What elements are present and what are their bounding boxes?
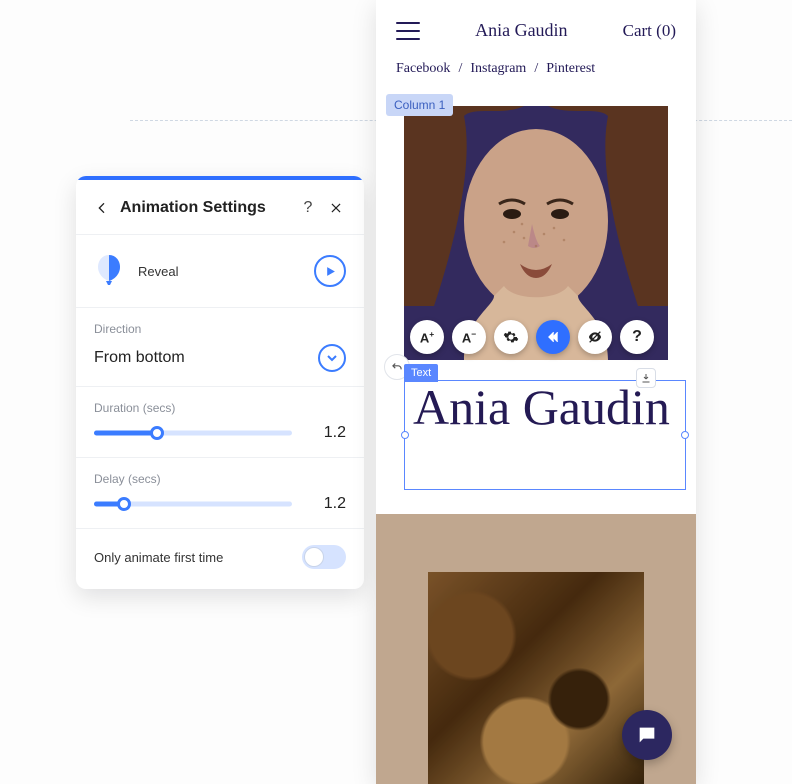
separator: / [534, 61, 538, 77]
hamburger-line [396, 38, 420, 40]
site-header: Ania Gaudin Cart (0) Facebook / Instagra… [376, 0, 696, 87]
duration-value: 1.2 [310, 424, 346, 442]
direction-label: Direction [94, 322, 346, 336]
chevron-left-icon [94, 200, 110, 216]
only-first-toggle[interactable] [302, 545, 346, 569]
download-icon [640, 372, 652, 384]
separator: / [458, 61, 462, 77]
only-first-label: Only animate first time [94, 550, 223, 565]
play-icon [325, 266, 336, 277]
duration-slider[interactable] [94, 423, 292, 443]
direction-dropdown-button[interactable] [318, 344, 346, 372]
slider-thumb[interactable] [150, 426, 164, 440]
hide-button[interactable] [578, 320, 612, 354]
slider-thumb[interactable] [117, 497, 131, 511]
toggle-knob [304, 547, 324, 567]
column-indicator[interactable]: Column 1 [386, 94, 453, 116]
font-decrease-button[interactable]: A− [452, 320, 486, 354]
duration-section: Duration (secs) 1.2 [76, 387, 364, 458]
eye-off-icon [587, 329, 603, 345]
panel-title: Animation Settings [120, 199, 294, 217]
download-button[interactable] [636, 368, 656, 388]
delay-label: Delay (secs) [94, 472, 346, 486]
question-icon: ? [304, 199, 313, 217]
texture-image[interactable] [428, 572, 644, 784]
mobile-preview: Ania Gaudin Cart (0) Facebook / Instagra… [376, 0, 696, 784]
duration-label: Duration (secs) [94, 401, 346, 415]
animation-icon [545, 329, 561, 345]
social-link-facebook[interactable]: Facebook [396, 61, 450, 77]
resize-handle-right[interactable] [681, 431, 689, 439]
social-links: Facebook / Instagram / Pinterest [396, 61, 676, 77]
only-first-row: Only animate first time [76, 529, 364, 589]
site-brand: Ania Gaudin [475, 20, 567, 41]
settings-button[interactable] [494, 320, 528, 354]
hamburger-line [396, 22, 420, 24]
effect-name: Reveal [138, 264, 300, 279]
chat-icon [636, 724, 658, 746]
heading-text[interactable]: Ania Gaudin [413, 381, 670, 434]
slider-fill [94, 431, 157, 436]
element-toolbar: A+ A− ? [410, 320, 654, 354]
back-button[interactable] [90, 196, 114, 220]
panel-header: Animation Settings ? [76, 180, 364, 235]
hamburger-line [396, 30, 420, 32]
effect-row: Reveal [76, 235, 364, 308]
delay-section: Delay (secs) 1.2 [76, 458, 364, 529]
effect-thumb [94, 253, 124, 289]
gear-icon [503, 329, 519, 345]
undo-icon [390, 360, 404, 374]
font-plus-icon: A+ [420, 329, 434, 345]
font-increase-button[interactable]: A+ [410, 320, 444, 354]
selected-text-element[interactable]: Ania Gaudin [404, 380, 686, 490]
delay-slider[interactable] [94, 494, 292, 514]
resize-handle-left[interactable] [401, 431, 409, 439]
direction-value: From bottom [94, 349, 185, 367]
animation-button[interactable] [536, 320, 570, 354]
social-link-pinterest[interactable]: Pinterest [546, 61, 595, 77]
close-button[interactable] [322, 194, 350, 222]
help-button[interactable]: ? [294, 194, 322, 222]
element-help-button[interactable]: ? [620, 320, 654, 354]
balloon-icon [94, 253, 124, 289]
delay-value: 1.2 [310, 495, 346, 513]
preview-play-button[interactable] [314, 255, 346, 287]
cart-link[interactable]: Cart (0) [623, 21, 676, 41]
social-link-instagram[interactable]: Instagram [470, 61, 526, 77]
animation-settings-panel: Animation Settings ? Reveal Direc [76, 176, 364, 589]
direction-section: Direction From bottom [76, 308, 364, 387]
chevron-down-icon [326, 352, 338, 364]
menu-button[interactable] [396, 22, 420, 40]
question-icon: ? [632, 328, 642, 346]
chat-widget-button[interactable] [622, 710, 672, 760]
close-icon [329, 201, 343, 215]
font-minus-icon: A− [462, 329, 476, 345]
text-element-tag[interactable]: Text [404, 364, 438, 382]
